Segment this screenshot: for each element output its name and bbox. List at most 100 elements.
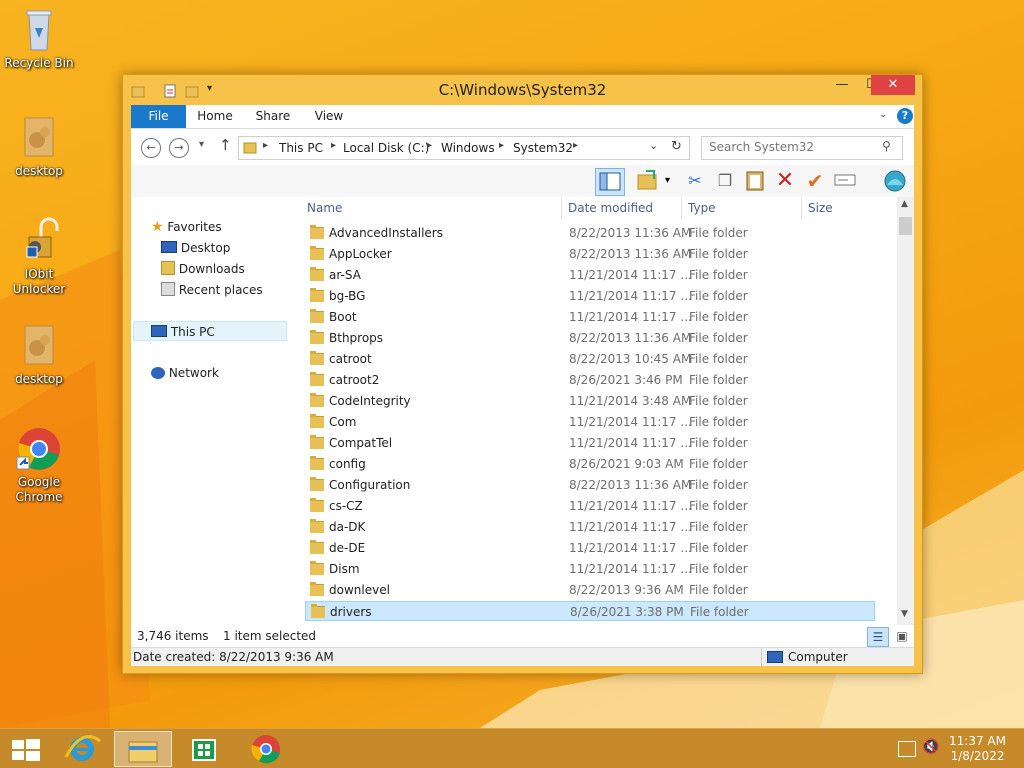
address-history-chevron-icon[interactable]: ⌄ xyxy=(649,139,658,152)
table-row[interactable]: AppLocker 8/22/2013 11:36 AM File folder xyxy=(305,244,875,264)
close-button[interactable]: ✕ xyxy=(871,75,915,95)
details-view-icon[interactable]: ☰ xyxy=(867,627,889,647)
table-row[interactable]: CodeIntegrity 11/21/2014 3:48 AM File fold… xyxy=(305,391,875,411)
volume-muted-icon[interactable]: 🔇 xyxy=(922,739,939,755)
desktop-icon-desktop-2[interactable]: desktop xyxy=(1,322,77,387)
file-date: 8/22/2013 10:45 AM xyxy=(569,352,692,366)
desktop-icon-desktop-1[interactable]: desktop xyxy=(1,114,77,179)
vertical-scrollbar[interactable]: ▲ ▼ xyxy=(897,197,914,625)
column-type[interactable]: Type xyxy=(681,197,716,219)
nav-network[interactable]: Network xyxy=(151,363,219,383)
file-date: 8/22/2013 11:36 AM xyxy=(569,247,692,261)
table-row[interactable]: CompatTel 11/21/2014 11:17 ... File folder xyxy=(305,433,875,453)
tab-view[interactable]: View xyxy=(309,105,349,128)
table-row[interactable]: de-DE 11/21/2014 11:17 ... File folder xyxy=(305,538,875,558)
expand-ribbon-chevron-icon[interactable]: ⌄ xyxy=(879,109,887,120)
table-row[interactable]: AdvancedInstallers 8/22/2013 11:36 AM File… xyxy=(305,223,875,243)
table-row[interactable]: downlevel 8/22/2013 9:36 AM File folder xyxy=(305,580,875,600)
table-row[interactable]: ar-SA 11/21/2014 11:17 ... File folder xyxy=(305,265,875,285)
scroll-up-icon[interactable]: ▲ xyxy=(901,199,908,209)
file-type: File folder xyxy=(689,310,748,324)
chevron-right-icon[interactable]: ▸ xyxy=(499,140,504,151)
preview-pane-icon[interactable] xyxy=(595,168,625,196)
chevron-right-icon[interactable]: ▸ xyxy=(427,140,432,151)
file-explorer-icon xyxy=(128,741,158,763)
rename-icon[interactable] xyxy=(833,169,857,193)
nav-favorites[interactable]: ★ Favorites xyxy=(151,217,222,237)
taskbar-file-explorer[interactable] xyxy=(114,731,172,767)
table-row[interactable]: Bthprops 8/22/2013 11:36 AM File folder xyxy=(305,328,875,348)
table-row[interactable]: da-DK 11/21/2014 11:17 ... File folder xyxy=(305,517,875,537)
file-list[interactable]: ^ Name Date modified Type Size AdvancedI… xyxy=(303,197,914,625)
table-row[interactable]: config 8/26/2021 9:03 AM File folder xyxy=(305,454,875,474)
item-count: 3,746 items xyxy=(137,629,209,643)
copy-icon[interactable]: ❐ xyxy=(713,169,737,193)
desktop-icon-iobit-unlocker[interactable]: IObit Unlocker xyxy=(1,217,77,297)
checkmark-icon[interactable]: ✔ xyxy=(803,169,827,193)
file-name: CodeIntegrity xyxy=(329,394,411,408)
computer-icon xyxy=(767,651,783,663)
nav-recent-places[interactable]: Recent places xyxy=(161,280,263,300)
nav-this-pc[interactable]: This PC xyxy=(133,321,287,341)
breadcrumb-windows[interactable]: Windows xyxy=(441,141,495,155)
search-input[interactable]: Search System32 ⚲ xyxy=(701,136,903,160)
scroll-down-icon[interactable]: ▼ xyxy=(901,609,908,619)
breadcrumb-this-pc[interactable]: This PC xyxy=(279,141,323,155)
taskbar-store[interactable] xyxy=(176,731,232,767)
desktop-icon-recycle-bin[interactable]: Recycle Bin xyxy=(1,6,77,71)
back-arrow-icon[interactable]: ← xyxy=(141,138,161,158)
help-icon[interactable]: ? xyxy=(897,108,913,124)
desktop-icon-google-chrome[interactable]: Google Chrome xyxy=(1,425,77,505)
table-row[interactable]: catroot2 8/26/2021 3:46 PM File folder xyxy=(305,370,875,390)
forward-arrow-icon[interactable]: → xyxy=(169,138,189,158)
file-date: 8/22/2013 11:36 AM xyxy=(569,478,692,492)
search-icon[interactable]: ⚲ xyxy=(882,139,891,153)
column-size[interactable]: Size xyxy=(801,197,833,219)
table-row[interactable]: bg-BG 11/21/2014 11:17 ... File folder xyxy=(305,286,875,306)
taskbar-internet-explorer[interactable] xyxy=(54,731,110,767)
recent-locations-chevron-icon[interactable]: ▾ xyxy=(199,139,204,150)
properties-folder-icon[interactable] xyxy=(635,169,659,193)
large-icons-view-icon[interactable]: ▣ xyxy=(893,627,911,645)
file-date: 11/21/2014 11:17 ... xyxy=(569,520,692,534)
network-tray-icon[interactable] xyxy=(898,741,916,757)
breadcrumb-system32[interactable]: System32 xyxy=(513,141,573,155)
table-row[interactable]: drivers 8/26/2021 3:38 PM File folder xyxy=(305,601,875,621)
table-row[interactable]: Configuration 8/22/2013 11:36 AM File fold… xyxy=(305,475,875,495)
title-bar[interactable]: ▾ C:\Windows\System32 — ☐ ✕ xyxy=(123,75,922,105)
table-row[interactable]: Com 11/21/2014 11:17 ... File folder xyxy=(305,412,875,432)
shell-icon[interactable] xyxy=(883,169,907,193)
dropdown-chevron-icon[interactable]: ▾ xyxy=(665,175,670,186)
cut-icon[interactable]: ✂ xyxy=(683,169,707,193)
breadcrumb-local-disk[interactable]: Local Disk (C:) xyxy=(343,141,429,155)
desktop-icon-label: Recycle Bin xyxy=(4,56,74,70)
column-date-modified[interactable]: Date modified xyxy=(561,197,653,219)
tab-file[interactable]: File xyxy=(131,105,186,128)
file-name: config xyxy=(329,457,366,471)
start-button[interactable] xyxy=(0,731,56,767)
nav-downloads[interactable]: Downloads xyxy=(161,259,245,279)
paste-icon[interactable] xyxy=(743,169,767,193)
tab-share[interactable]: Share xyxy=(251,105,295,128)
minimize-button[interactable]: — xyxy=(827,75,857,95)
table-row[interactable]: catroot 8/22/2013 10:45 AM File folder xyxy=(305,349,875,369)
table-row[interactable]: Boot 11/21/2014 11:17 ... File folder xyxy=(305,307,875,327)
search-placeholder: Search System32 xyxy=(709,140,815,154)
nav-desktop[interactable]: Desktop xyxy=(161,238,230,258)
table-row[interactable]: cs-CZ 11/21/2014 11:17 ... File folder xyxy=(305,496,875,516)
tab-home[interactable]: Home xyxy=(193,105,237,128)
explorer-window[interactable]: ▾ C:\Windows\System32 — ☐ ✕ File Home Sh… xyxy=(122,74,923,674)
scrollbar-thumb[interactable] xyxy=(899,217,912,235)
up-arrow-icon[interactable]: ↑ xyxy=(219,136,232,154)
chevron-right-icon[interactable]: ▸ xyxy=(263,140,268,151)
table-row[interactable]: Dism 11/21/2014 11:17 ... File folder xyxy=(305,559,875,579)
file-name: AppLocker xyxy=(329,247,392,261)
column-name[interactable]: Name xyxy=(307,197,342,219)
refresh-icon[interactable]: ↻ xyxy=(671,139,682,154)
chevron-right-icon[interactable]: ▸ xyxy=(331,140,336,151)
taskbar-chrome[interactable] xyxy=(238,731,294,767)
chevron-right-icon[interactable]: ▸ xyxy=(573,140,578,151)
address-bar[interactable]: ▸ This PC ▸ Local Disk (C:) ▸ Windows ▸ … xyxy=(238,136,690,160)
delete-icon[interactable]: ✕ xyxy=(773,169,797,193)
clock[interactable]: 11:37 AM 1/8/2022 xyxy=(949,734,1006,764)
